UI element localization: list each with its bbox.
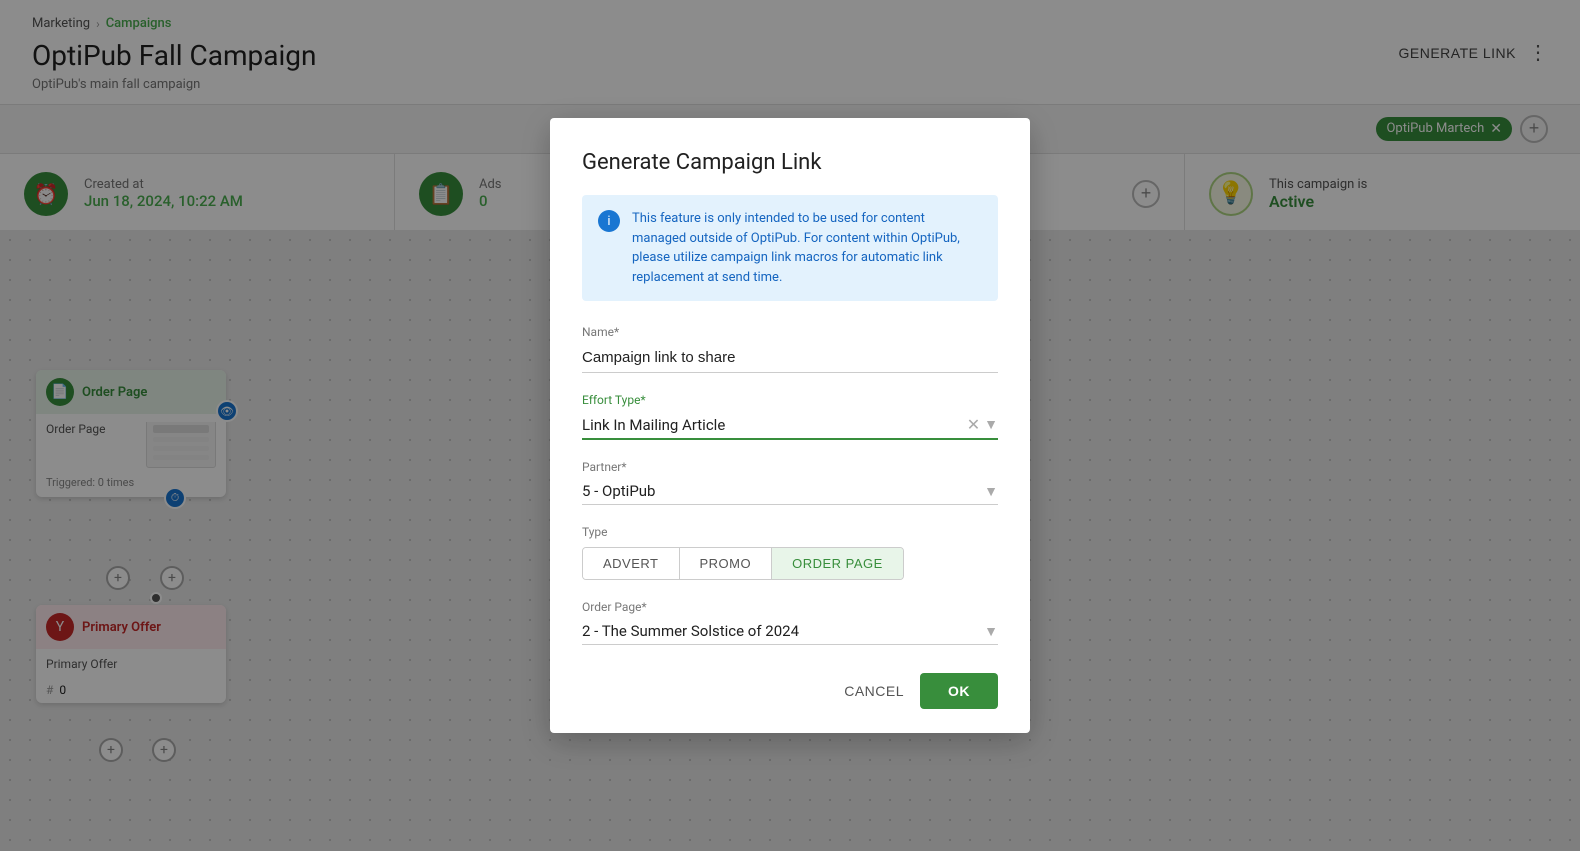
order-page-value[interactable]: 2 - The Summer Solstice of 2024 (582, 622, 984, 640)
name-field: Name* (582, 325, 998, 373)
type-field: Type ADVERT PROMO ORDER PAGE (582, 525, 998, 580)
order-page-label: Order Page* (582, 600, 998, 614)
info-text: This feature is only intended to be used… (632, 209, 982, 287)
dialog-title: Generate Campaign Link (582, 150, 998, 175)
partner-select-wrapper: 5 - OptiPub ▼ (582, 478, 998, 505)
order-page-select-wrapper: 2 - The Summer Solstice of 2024 ▼ (582, 618, 998, 645)
order-page-field: Order Page* 2 - The Summer Solstice of 2… (582, 600, 998, 645)
effort-type-clear-button[interactable]: ✕ (967, 415, 980, 434)
dialog-footer: CANCEL OK (582, 673, 998, 709)
type-btn-orderpage[interactable]: ORDER PAGE (772, 548, 903, 579)
name-input[interactable] (582, 343, 998, 373)
partner-arrow[interactable]: ▼ (984, 483, 998, 500)
type-button-row: ADVERT PROMO ORDER PAGE (582, 547, 904, 580)
modal-overlay: Generate Campaign Link i This feature is… (0, 0, 1580, 851)
effort-type-arrow[interactable]: ▼ (984, 416, 998, 433)
effort-type-field: Effort Type* Link In Mailing Article ✕ ▼ (582, 393, 998, 440)
effort-type-value[interactable]: Link In Mailing Article (582, 416, 967, 434)
type-label: Type (582, 525, 998, 539)
partner-value[interactable]: 5 - OptiPub (582, 482, 984, 500)
name-label: Name* (582, 325, 998, 339)
type-btn-promo[interactable]: PROMO (680, 548, 773, 579)
info-box: i This feature is only intended to be us… (582, 195, 998, 301)
cancel-button[interactable]: CANCEL (844, 683, 904, 699)
effort-type-select-wrapper: Link In Mailing Article ✕ ▼ (582, 411, 998, 440)
ok-button[interactable]: OK (920, 673, 998, 709)
generate-link-dialog: Generate Campaign Link i This feature is… (550, 118, 1030, 733)
effort-type-label: Effort Type* (582, 393, 998, 407)
order-page-arrow[interactable]: ▼ (984, 623, 998, 640)
type-btn-advert[interactable]: ADVERT (583, 548, 680, 579)
partner-label: Partner* (582, 460, 998, 474)
partner-field: Partner* 5 - OptiPub ▼ (582, 460, 998, 505)
info-icon: i (598, 210, 620, 232)
